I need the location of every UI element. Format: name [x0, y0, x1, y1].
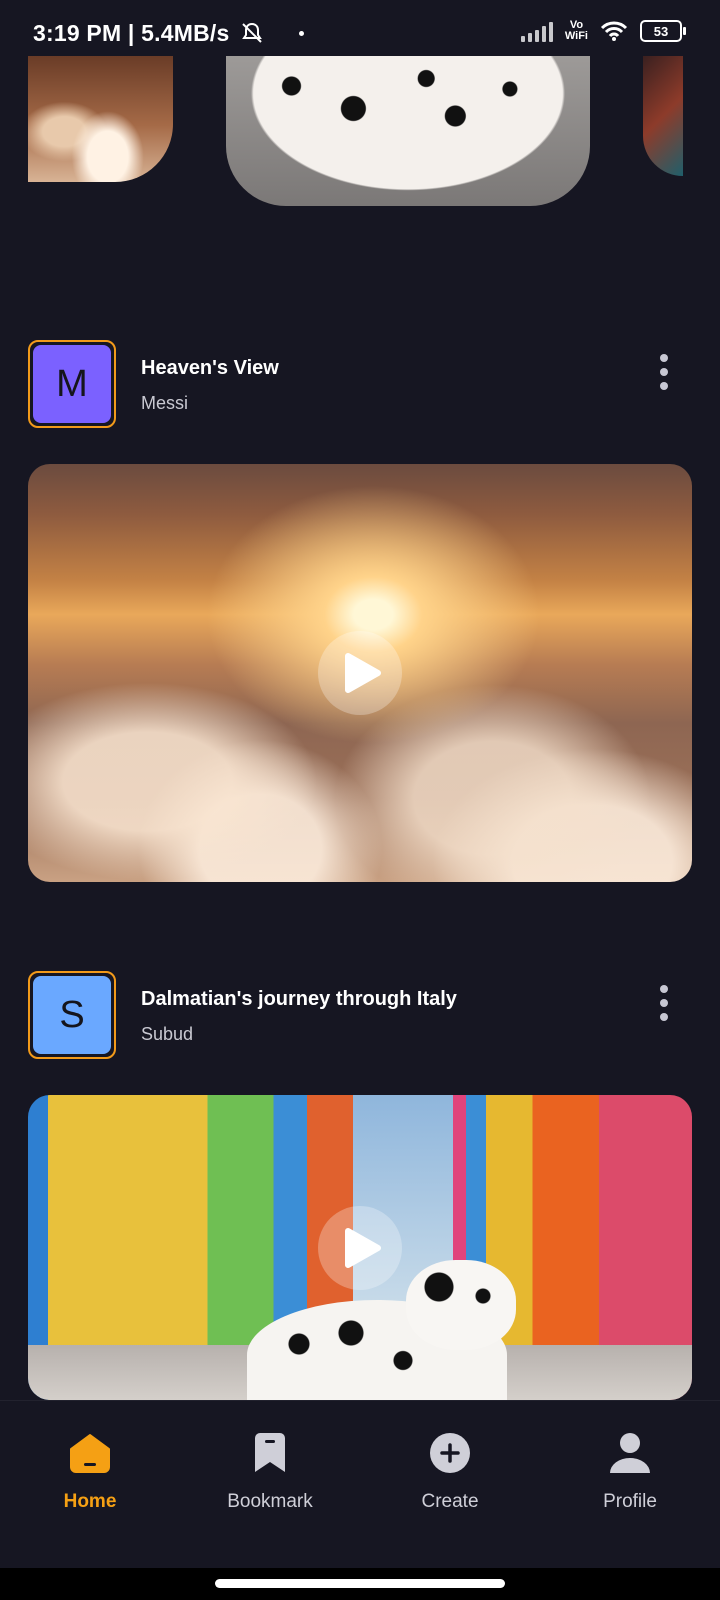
dot-indicator: [298, 31, 304, 36]
story-thumbnail-clouds[interactable]: [28, 56, 173, 182]
gesture-bar: [0, 1568, 720, 1600]
avatar-letter: M: [33, 345, 111, 423]
avatar[interactable]: S: [28, 971, 116, 1059]
nav-create[interactable]: Create: [375, 1431, 525, 1513]
create-icon: [430, 1433, 470, 1473]
avatar[interactable]: M: [28, 340, 116, 428]
more-options-icon[interactable]: [660, 354, 670, 390]
vowifi-icon: Vo WiFi: [565, 20, 588, 42]
nav-label: Profile: [603, 1491, 657, 1512]
story-thumbnail-partial[interactable]: [643, 56, 683, 176]
battery-level: 53: [653, 23, 669, 39]
play-icon: [345, 1227, 381, 1268]
dalmatian-head: [406, 1260, 517, 1350]
mute-bell-icon: [242, 22, 262, 43]
play-button[interactable]: [318, 631, 402, 715]
home-indicator[interactable]: [215, 1579, 505, 1588]
status-text: 3:19 PM | 5.4MB/s: [33, 20, 230, 46]
post-author[interactable]: Messi: [141, 393, 188, 414]
post-video-thumbnail[interactable]: [28, 1095, 692, 1400]
more-options-icon[interactable]: [660, 985, 670, 1021]
signal-icon: [520, 20, 553, 42]
avatar-letter: S: [33, 976, 111, 1054]
post-header: S Dalmatian's journey through Italy Subu…: [28, 971, 692, 1063]
status-time-speed: 3:19 PM | 5.4MB/s: [33, 20, 304, 47]
battery-icon: 53: [640, 20, 686, 42]
nav-label: Bookmark: [227, 1491, 313, 1512]
profile-icon: [610, 1433, 650, 1473]
post-title[interactable]: Heaven's View: [141, 357, 279, 380]
nav-label: Create: [421, 1491, 479, 1512]
wifi-icon: [600, 21, 628, 41]
nav-bookmark[interactable]: Bookmark: [195, 1431, 345, 1513]
play-button[interactable]: [318, 1205, 402, 1290]
post-video-thumbnail[interactable]: [28, 464, 692, 882]
story-thumbnail-dog[interactable]: [226, 56, 590, 206]
status-bar: 3:19 PM | 5.4MB/s Vo WiFi 53: [0, 0, 720, 56]
vowifi-bottom: WiFi: [564, 30, 588, 42]
nav-profile[interactable]: Profile: [555, 1431, 705, 1513]
play-icon: [345, 653, 381, 693]
home-icon: [70, 1434, 110, 1473]
nav-label: Home: [63, 1491, 117, 1512]
nav-home[interactable]: Home: [15, 1431, 165, 1513]
post-author[interactable]: Subud: [141, 1024, 193, 1045]
post-title[interactable]: Dalmatian's journey through Italy: [141, 988, 457, 1011]
bottom-navigation: Home Bookmark Create Profile: [0, 1400, 720, 1569]
post-header: M Heaven's View Messi: [28, 340, 692, 432]
bookmark-icon: [255, 1433, 285, 1472]
